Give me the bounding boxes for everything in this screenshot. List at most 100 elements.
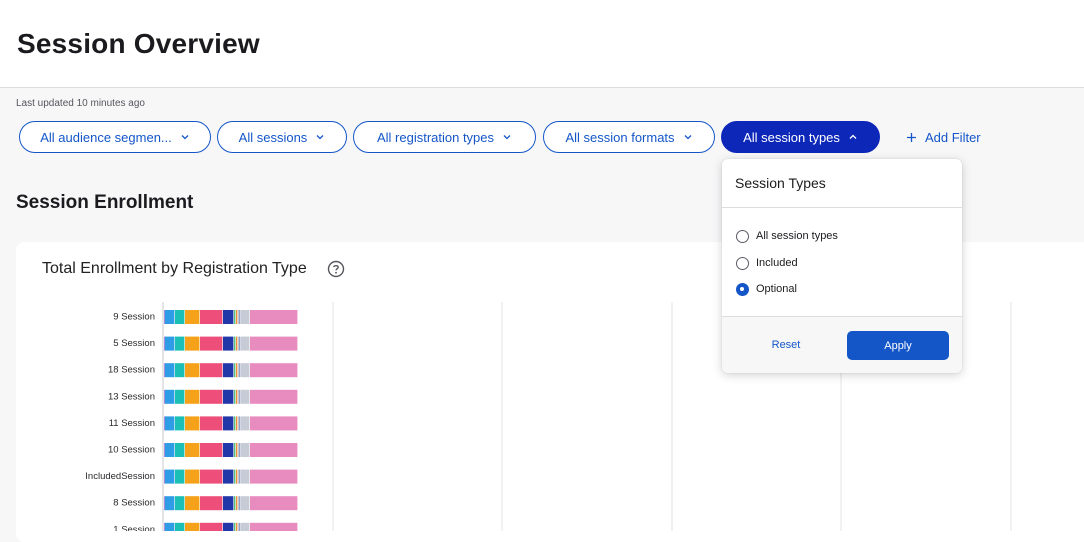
bar-segment[interactable]: [175, 416, 185, 431]
bar-segment[interactable]: [185, 469, 200, 484]
bar-segment[interactable]: [241, 389, 250, 404]
bar-segment[interactable]: [236, 416, 238, 431]
bar-segment[interactable]: [238, 310, 239, 324]
bar-segment[interactable]: [239, 469, 241, 484]
bar-segment[interactable]: [238, 522, 239, 531]
bar-segment[interactable]: [200, 522, 223, 531]
bar-segment[interactable]: [165, 389, 175, 404]
bar-segment[interactable]: [239, 310, 241, 324]
bar-segment[interactable]: [165, 336, 175, 351]
bar-segment[interactable]: [223, 363, 234, 378]
bar-segment[interactable]: [164, 443, 165, 457]
radio-button-selected[interactable]: [736, 282, 749, 296]
bar-segment[interactable]: [175, 336, 185, 351]
reset-button[interactable]: Reset: [750, 331, 822, 359]
bar-segment[interactable]: [238, 443, 239, 457]
bar-segment[interactable]: [223, 416, 234, 431]
bar-segment[interactable]: [238, 416, 239, 431]
bar-segment[interactable]: [250, 363, 298, 378]
bar-segment[interactable]: [241, 416, 250, 431]
bar-segment[interactable]: [165, 310, 175, 324]
bar-segment[interactable]: [223, 336, 234, 351]
bar-segment[interactable]: [200, 363, 223, 378]
bar-segment[interactable]: [185, 416, 200, 431]
bar-segment[interactable]: [241, 336, 250, 351]
bar-segment[interactable]: [164, 522, 165, 531]
bar-segment[interactable]: [236, 336, 238, 351]
bar-segment[interactable]: [238, 496, 239, 511]
bar-segment[interactable]: [165, 416, 175, 431]
bar-segment[interactable]: [241, 522, 250, 531]
bar-segment[interactable]: [234, 443, 236, 457]
bar-segment[interactable]: [175, 310, 185, 324]
bar-segment[interactable]: [250, 496, 298, 511]
bar-segment[interactable]: [175, 496, 185, 511]
bar-segment[interactable]: [238, 363, 239, 378]
bar-segment[interactable]: [175, 443, 185, 457]
radio-button[interactable]: [736, 229, 749, 243]
bar-segment[interactable]: [185, 336, 200, 351]
bar-segment[interactable]: [175, 389, 185, 404]
bar-segment[interactable]: [164, 496, 165, 511]
bar-segment[interactable]: [238, 336, 239, 351]
bar-segment[interactable]: [238, 469, 239, 484]
bar-segment[interactable]: [200, 443, 223, 457]
bar-segment[interactable]: [223, 522, 234, 531]
bar-segment[interactable]: [185, 310, 200, 324]
bar-segment[interactable]: [175, 469, 185, 484]
bar-segment[interactable]: [241, 469, 250, 484]
radio-button[interactable]: [736, 256, 749, 270]
bar-segment[interactable]: [239, 443, 241, 457]
bar-segment[interactable]: [223, 310, 234, 324]
bar-segment[interactable]: [238, 389, 239, 404]
bar-segment[interactable]: [234, 496, 236, 511]
bar-segment[interactable]: [164, 336, 165, 351]
bar-segment[interactable]: [236, 389, 238, 404]
bar-segment[interactable]: [200, 496, 223, 511]
bar-segment[interactable]: [164, 416, 165, 431]
bar-segment[interactable]: [241, 496, 250, 511]
bar-segment[interactable]: [164, 389, 165, 404]
bar-segment[interactable]: [250, 389, 298, 404]
bar-segment[interactable]: [236, 310, 238, 324]
bar-segment[interactable]: [223, 496, 234, 511]
bar-segment[interactable]: [241, 443, 250, 457]
bar-segment[interactable]: [223, 389, 234, 404]
radio-option-optional[interactable]: Optional: [736, 280, 797, 298]
bar-segment[interactable]: [185, 443, 200, 457]
bar-segment[interactable]: [164, 363, 165, 378]
apply-button[interactable]: Apply: [847, 331, 949, 360]
bar-segment[interactable]: [234, 389, 236, 404]
bar-segment[interactable]: [250, 336, 298, 351]
bar-segment[interactable]: [239, 363, 241, 378]
bar-segment[interactable]: [236, 522, 238, 531]
bar-segment[interactable]: [165, 443, 175, 457]
bar-segment[interactable]: [200, 310, 223, 324]
bar-segment[interactable]: [234, 416, 236, 431]
bar-segment[interactable]: [239, 416, 241, 431]
bar-segment[interactable]: [234, 363, 236, 378]
bar-segment[interactable]: [236, 496, 238, 511]
bar-segment[interactable]: [239, 522, 241, 531]
bar-segment[interactable]: [239, 336, 241, 351]
bar-segment[interactable]: [165, 496, 175, 511]
radio-option-included[interactable]: Included: [736, 254, 798, 272]
bar-segment[interactable]: [239, 389, 241, 404]
bar-segment[interactable]: [175, 363, 185, 378]
bar-segment[interactable]: [165, 522, 175, 531]
bar-segment[interactable]: [250, 469, 298, 484]
bar-segment[interactable]: [165, 469, 175, 484]
bar-segment[interactable]: [165, 363, 175, 378]
bar-segment[interactable]: [175, 522, 185, 531]
bar-segment[interactable]: [200, 416, 223, 431]
bar-segment[interactable]: [223, 443, 234, 457]
bar-segment[interactable]: [234, 469, 236, 484]
bar-segment[interactable]: [241, 363, 250, 378]
radio-option-all-session-types[interactable]: All session types: [736, 227, 838, 245]
bar-segment[interactable]: [185, 496, 200, 511]
bar-segment[interactable]: [236, 363, 238, 378]
bar-segment[interactable]: [250, 416, 298, 431]
bar-segment[interactable]: [200, 469, 223, 484]
bar-segment[interactable]: [236, 469, 238, 484]
bar-segment[interactable]: [164, 310, 165, 324]
